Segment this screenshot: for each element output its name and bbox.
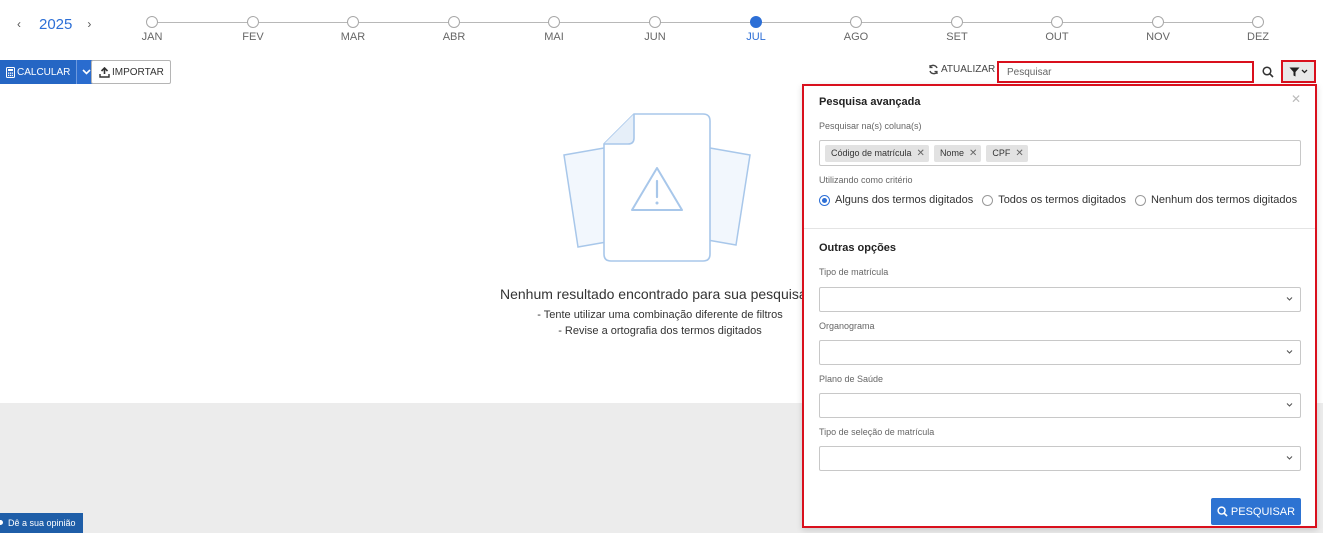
month-label: ABR <box>442 31 466 43</box>
timeline-line <box>152 22 1258 23</box>
month-label: OUT <box>1045 31 1069 43</box>
empty-document-illustration <box>563 113 751 262</box>
chip-label: Código de matrícula <box>831 148 912 158</box>
month-abr[interactable]: ABR <box>434 16 474 43</box>
month-nov[interactable]: NOV <box>1138 16 1178 43</box>
column-chip: CPF ✕ <box>986 144 1028 162</box>
month-ago[interactable]: AGO <box>836 16 876 43</box>
close-icon[interactable]: ✕ <box>1291 92 1301 106</box>
month-label: JUN <box>644 31 666 43</box>
search-button[interactable] <box>1259 62 1277 82</box>
remove-chip-icon[interactable]: ✕ <box>969 148 977 159</box>
empty-state-hint: - Revise a ortografia dos termos digitad… <box>558 325 762 337</box>
month-mar[interactable]: MAR <box>333 16 373 43</box>
tipo-selecao-matricula-select[interactable] <box>819 446 1301 471</box>
plano-saude-select[interactable] <box>819 393 1301 418</box>
radio-label: Alguns dos termos digitados <box>835 194 974 206</box>
calcular-button[interactable]: CALCULAR <box>0 60 96 84</box>
month-mai[interactable]: MAI <box>534 16 574 43</box>
organograma-label: Organograma <box>819 321 875 331</box>
search-icon <box>1262 66 1274 78</box>
month-jul[interactable]: JUL <box>736 16 776 43</box>
year-navigator: ‹ 2025 › <box>12 14 96 34</box>
criteria-radio-none[interactable]: Nenhum dos termos digitados <box>1134 194 1298 206</box>
plano-saude-label: Plano de Saúde <box>819 374 884 384</box>
feedback-button[interactable]: Dê a sua opinião <box>0 513 83 533</box>
importar-button[interactable]: IMPORTAR <box>91 60 171 84</box>
month-label: FEV <box>242 31 264 43</box>
calcular-main[interactable]: CALCULAR <box>0 60 76 84</box>
tipo-matricula-label: Tipo de matrícula <box>819 267 889 277</box>
remove-chip-icon[interactable]: ✕ <box>1015 148 1023 159</box>
criteria-label: Utilizando como critério <box>819 175 913 185</box>
chevron-right-icon[interactable]: › <box>82 17 96 31</box>
month-label: SET <box>946 31 968 43</box>
columns-multiselect[interactable]: Código de matrícula ✕ Nome ✕ CPF ✕ <box>819 140 1301 166</box>
advanced-search-panel: ✕ Pesquisa avançada Pesquisar na(s) colu… <box>802 84 1317 528</box>
divider <box>804 228 1315 229</box>
chip-label: CPF <box>992 148 1011 158</box>
column-chip: Código de matrícula ✕ <box>825 144 929 162</box>
radio-label: Nenhum dos termos digitados <box>1150 194 1298 206</box>
organograma-select[interactable] <box>819 340 1301 365</box>
month-label: JAN <box>141 31 163 43</box>
month-jan[interactable]: JAN <box>132 16 172 43</box>
pesquisar-button[interactable]: PESQUISAR <box>1211 498 1301 525</box>
chat-bubble-icon <box>0 519 4 526</box>
radio-label: Todos os termos digitados <box>998 194 1126 206</box>
chevron-down-icon <box>1286 456 1293 460</box>
radio-circle <box>1134 194 1146 206</box>
chevron-down-icon <box>1286 297 1293 301</box>
tipo-selecao-matricula-label: Tipo de seleção de matrícula <box>819 427 935 437</box>
columns-label: Pesquisar na(s) coluna(s) <box>819 121 922 131</box>
calcular-label: CALCULAR <box>17 66 71 78</box>
chevron-left-icon[interactable]: ‹ <box>12 17 26 31</box>
atualizar-button[interactable]: ATUALIZAR <box>928 64 995 75</box>
criteria-radio-some[interactable]: Alguns dos termos digitados <box>819 194 973 206</box>
month-label: MAI <box>544 31 564 43</box>
month-label: DEZ <box>1247 31 1269 43</box>
remove-chip-icon[interactable]: ✕ <box>917 148 925 159</box>
chevron-down-icon <box>82 69 91 75</box>
empty-state-hint: - Tente utilizar uma combinação diferent… <box>537 309 783 321</box>
radio-circle <box>982 194 994 206</box>
empty-state-title: Nenhum resultado encontrado para sua pes… <box>500 286 802 302</box>
calculator-icon <box>6 66 15 78</box>
pesquisar-label: PESQUISAR <box>1230 505 1296 518</box>
chip-label: Nome <box>939 148 964 158</box>
filter-icon <box>1289 67 1300 76</box>
chevron-down-icon <box>1286 350 1293 354</box>
year-label: 2025 <box>39 15 73 33</box>
month-label: MAR <box>340 31 366 43</box>
atualizar-label: ATUALIZAR <box>941 64 996 75</box>
feedback-label: Dê a sua opinião <box>8 518 76 528</box>
month-dez[interactable]: DEZ <box>1238 16 1278 43</box>
other-options-title: Outras opções <box>819 242 897 254</box>
upload-icon <box>99 66 110 78</box>
month-fev[interactable]: FEV <box>233 16 273 43</box>
month-jun[interactable]: JUN <box>635 16 675 43</box>
criteria-radio-group: Alguns dos termos digitados Todos os ter… <box>819 194 1306 206</box>
column-chip: Nome ✕ <box>933 144 982 162</box>
search-input[interactable] <box>997 61 1254 83</box>
importar-label: IMPORTAR <box>112 66 164 78</box>
month-set[interactable]: SET <box>937 16 977 43</box>
criteria-radio-all[interactable]: Todos os termos digitados <box>982 194 1126 206</box>
month-label: NOV <box>1146 31 1170 43</box>
filter-button[interactable] <box>1281 60 1316 83</box>
radio-circle <box>819 194 830 206</box>
month-timeline: JAN FEV MAR ABR MAI JUN JUL AGO SET OUT … <box>142 16 1269 46</box>
tipo-matricula-select[interactable] <box>819 287 1301 312</box>
month-label: AGO <box>843 31 869 43</box>
month-out[interactable]: OUT <box>1037 16 1077 43</box>
chevron-down-icon <box>1301 69 1308 74</box>
search-icon <box>1217 506 1228 517</box>
month-label: JUL <box>746 31 766 43</box>
chevron-down-icon <box>1286 403 1293 407</box>
advanced-search-title: Pesquisa avançada <box>819 96 921 108</box>
refresh-icon <box>929 64 938 75</box>
